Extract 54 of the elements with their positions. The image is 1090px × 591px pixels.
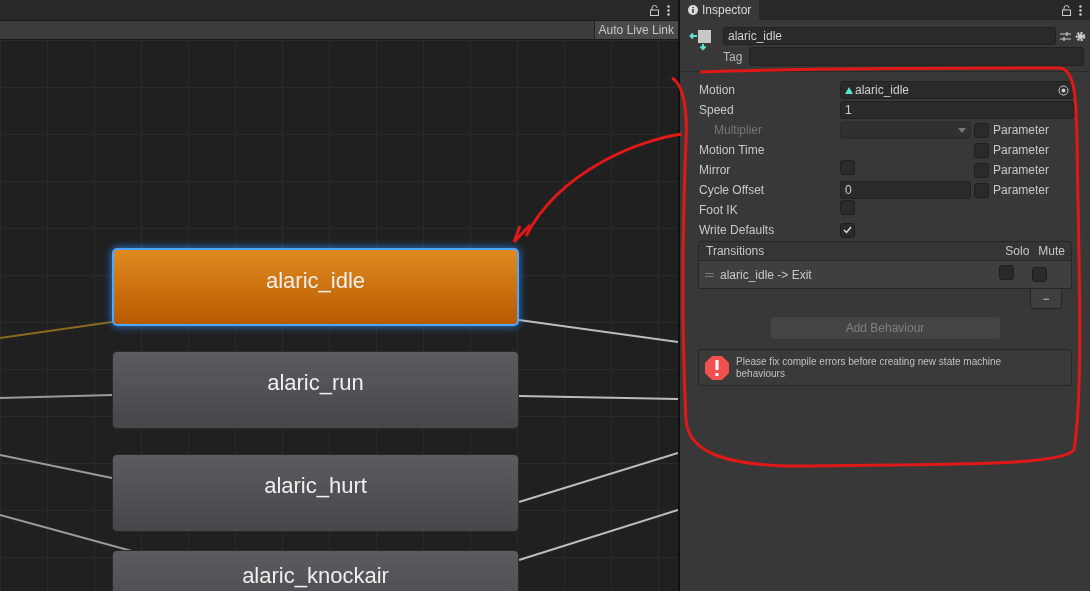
- property-label: Write Defaults: [699, 222, 776, 239]
- mute-header: Mute: [1038, 243, 1065, 260]
- property-label: Speed: [699, 102, 735, 119]
- state-node[interactable]: alaric_knockair: [112, 550, 519, 591]
- lock-icon[interactable]: [1062, 4, 1071, 16]
- property-label: Motion: [699, 82, 737, 99]
- property-label: Foot IK: [699, 202, 739, 219]
- parameter-label: Parameter: [993, 162, 1050, 179]
- object-field[interactable]: alaric_idle: [840, 81, 1074, 99]
- error-icon: [704, 354, 730, 381]
- checkmark-icon: [843, 226, 852, 234]
- text-field[interactable]: 0: [840, 181, 971, 199]
- tab-label: Inspector: [702, 2, 752, 19]
- error-message: Please fix compile errors before creating new state machine behaviours: [736, 355, 1003, 380]
- parameter-label: Parameter: [993, 122, 1050, 139]
- checkbox[interactable]: [999, 264, 1014, 280]
- transition-row[interactable]: alaric_idle -> Exit: [698, 261, 1072, 289]
- caret-icon: [958, 127, 966, 133]
- more-icon[interactable]: [667, 4, 670, 16]
- clip-icon: [845, 86, 853, 94]
- parameter-label: Parameter: [993, 182, 1050, 199]
- checkbox[interactable]: [974, 142, 989, 158]
- auto-live-link-button[interactable]: Auto Live Link: [593, 21, 678, 39]
- text-field[interactable]: 1: [840, 101, 1074, 119]
- parameter-label: Parameter: [993, 142, 1050, 159]
- checkbox[interactable]: [974, 182, 989, 198]
- property-label: Multiplier: [713, 122, 763, 139]
- state-icon: [689, 27, 713, 51]
- field-value: alaric_idle: [855, 82, 911, 99]
- checkbox[interactable]: [1032, 267, 1047, 282]
- checkbox[interactable]: [840, 200, 855, 215]
- checkbox[interactable]: [974, 162, 989, 178]
- state-node[interactable]: alaric_hurt: [112, 454, 519, 532]
- property-label: Cycle Offset: [699, 182, 766, 199]
- more-icon[interactable]: [1079, 4, 1082, 16]
- sliders-icon[interactable]: [1060, 30, 1071, 42]
- target-icon[interactable]: [1058, 84, 1069, 96]
- remove-button[interactable]: −: [1030, 289, 1062, 309]
- tag-field[interactable]: [749, 47, 1084, 66]
- inspector-tab[interactable]: Inspector: [680, 0, 760, 20]
- name-field[interactable]: alaric_idle: [723, 27, 1056, 45]
- tag-label: Tag: [723, 48, 743, 66]
- checkbox[interactable]: [840, 222, 855, 238]
- property-label: Mirror: [699, 162, 732, 179]
- state-node[interactable]: alaric_run: [112, 351, 519, 429]
- transition-label: alaric_idle -> Exit: [720, 266, 813, 284]
- settings-icon[interactable]: [1075, 30, 1086, 42]
- checkbox[interactable]: [840, 160, 855, 175]
- info-icon: [688, 5, 698, 15]
- solo-header: Solo: [1005, 243, 1030, 260]
- drag-handle-icon[interactable]: [705, 272, 714, 277]
- lock-icon[interactable]: [650, 4, 659, 16]
- transitions-title: Transitions: [706, 243, 766, 260]
- property-label: Motion Time: [699, 142, 766, 159]
